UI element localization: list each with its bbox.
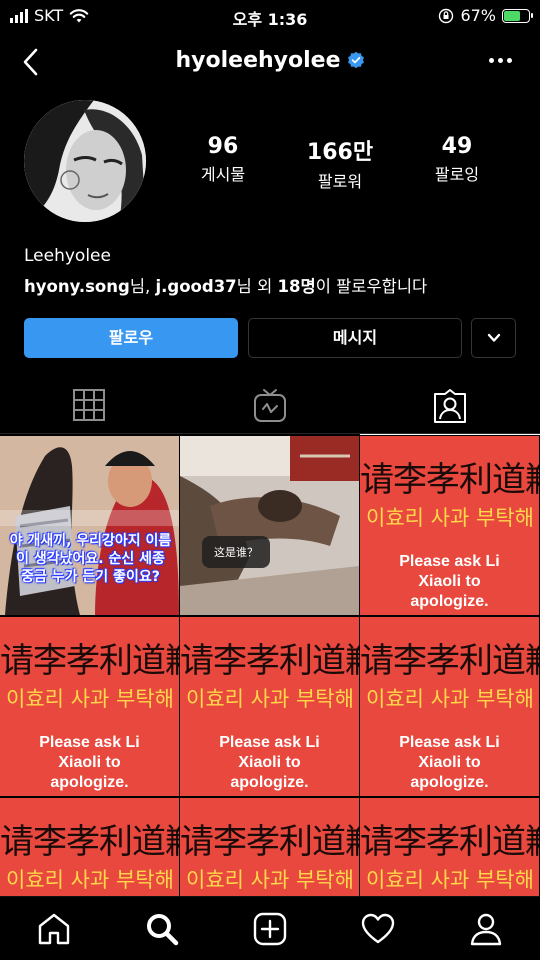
- suggested-accounts-button[interactable]: [471, 318, 516, 358]
- stat-following-label: 팔로잉: [434, 165, 480, 184]
- chevron-down-icon: [487, 333, 501, 342]
- post-photo: [180, 436, 359, 615]
- post-thumbnail[interactable]: 请李孝利道歉 이효리 사과 부탁해 Please ask LiXiaoli to…: [180, 798, 359, 896]
- tab-igtv[interactable]: [180, 376, 360, 434]
- protest-text-korean: 이효리 사과 부탁해: [366, 868, 534, 892]
- followed-by-user-1[interactable]: hyony.song: [24, 277, 130, 296]
- tab-tagged[interactable]: [360, 376, 540, 435]
- follow-button[interactable]: 팔로우: [24, 318, 238, 358]
- protest-text-korean: 이효리 사과 부탁해: [366, 687, 534, 711]
- protest-text-english: Please ask Li Xiaoli to apologize.: [39, 734, 140, 791]
- followed-by-text[interactable]: hyony.song님, j.good37님 외 18명이 팔로우합니다: [24, 273, 427, 297]
- protest-text-chinese: 请李孝利道歉: [360, 822, 539, 862]
- protest-text-english: Please ask Li Xiaoli to apologize.: [399, 553, 500, 610]
- protest-text-korean: 이효리 사과 부탁해: [6, 868, 174, 892]
- followed-by-suffix-2: 님 외: [236, 277, 278, 296]
- message-button[interactable]: 메시지: [248, 318, 462, 358]
- protest-text-chinese: 请李孝利道歉: [180, 822, 359, 862]
- protest-text-chinese: 请李孝利道歉: [0, 822, 179, 862]
- username: hyoleehyolee: [175, 48, 341, 73]
- home-icon[interactable]: [36, 911, 72, 947]
- protest-text-korean: 이효리 사과 부탁해: [366, 506, 534, 530]
- post-thumbnail[interactable]: 请李孝利道歉 이효리 사과 부탁해 Please ask LiXiaoli to…: [360, 436, 539, 615]
- verified-badge-icon: [347, 51, 364, 69]
- stat-posts[interactable]: 96 게시물: [201, 134, 245, 192]
- avatar-photo: [24, 100, 146, 222]
- stat-following-count: 49: [441, 134, 473, 159]
- stat-followers[interactable]: 166만 팔로워: [307, 134, 373, 192]
- post-thumbnail[interactable]: 야 개새끼, 우리강아지 이름이 생각났어요. 순신 세종 중금 누가 든기 좋…: [0, 436, 179, 615]
- followed-by-count[interactable]: 18명: [278, 277, 316, 296]
- post-thumbnail[interactable]: 请李孝利道歉 이효리 사과 부탁해 Please ask LiXiaoli to…: [0, 617, 179, 796]
- stat-posts-count: 96: [207, 134, 239, 159]
- tagged-icon: [434, 389, 466, 423]
- protest-text-korean: 이효리 사과 부탁해: [186, 687, 354, 711]
- orientation-lock-icon: [439, 8, 454, 23]
- post-thumbnail[interactable]: 请李孝利道歉 이효리 사과 부탁해 Please ask LiXiaoli to…: [0, 798, 179, 896]
- protest-text-korean: 이효리 사과 부탁해: [186, 868, 354, 892]
- tagged-posts-grid: 야 개새끼, 우리강아지 이름이 생각났어요. 순신 세종 중금 누가 든기 좋…: [0, 436, 540, 896]
- profile-header: hyoleehyolee: [0, 40, 540, 84]
- post-thumbnail[interactable]: 请李孝利道歉 이효리 사과 부탁해 Please ask LiXiaoli to…: [180, 617, 359, 796]
- add-post-icon[interactable]: [252, 911, 288, 947]
- protest-text-chinese: 请李孝利道歉: [360, 641, 539, 681]
- post-tag-bubble: 这是谁？: [202, 536, 270, 568]
- followed-by-user-2[interactable]: j.good37: [155, 277, 236, 296]
- followed-by-suffix-1: 님,: [129, 277, 156, 296]
- protest-text-chinese: 请李孝利道歉: [0, 641, 179, 681]
- status-bar: SKT 오후 1:36 67%: [0, 0, 540, 32]
- profile-icon[interactable]: [468, 911, 504, 947]
- protest-text-english: Please ask Li Xiaoli to apologize.: [399, 734, 500, 791]
- search-icon[interactable]: [144, 911, 180, 947]
- igtv-icon: [254, 389, 286, 422]
- stat-posts-label: 게시물: [200, 165, 246, 184]
- grid-icon: [73, 389, 105, 421]
- protest-text-korean: 이효리 사과 부탁해: [6, 687, 174, 711]
- followed-by-suffix-3: 이 팔로우합니다: [315, 277, 428, 296]
- stat-followers-count: 166만: [306, 140, 374, 165]
- profile-stats: 96 게시물 166만 팔로워 49 팔로잉: [170, 134, 510, 192]
- bottom-navigation: [0, 896, 540, 960]
- activity-heart-icon[interactable]: [360, 911, 396, 947]
- post-thumbnail[interactable]: 请李孝利道歉 이효리 사과 부탁해 Please ask LiXiaoli to…: [360, 798, 539, 896]
- post-thumbnail[interactable]: 这是谁？: [180, 436, 359, 615]
- protest-text-english: Please ask Li Xiaoli to apologize.: [219, 734, 320, 791]
- battery-icon: [502, 8, 533, 23]
- avatar[interactable]: [24, 100, 146, 222]
- stat-followers-label: 팔로워: [317, 172, 363, 191]
- tab-grid[interactable]: [0, 376, 180, 434]
- protest-text-chinese: 请李孝利道歉: [360, 460, 539, 500]
- protest-text-chinese: 请李孝利道歉: [180, 641, 359, 681]
- post-caption-overlay: 야 개새끼, 우리강아지 이름이 생각났어요. 순신 세종 중금 누가 든기 좋…: [9, 533, 172, 585]
- stat-following[interactable]: 49 팔로잉: [435, 134, 479, 192]
- profile-display-name: Leehyolee: [24, 246, 111, 266]
- post-thumbnail[interactable]: 请李孝利道歉 이효리 사과 부탁해 Please ask LiXiaoli to…: [360, 617, 539, 796]
- battery-percent: 67%: [460, 6, 496, 25]
- profile-tabs: [0, 376, 540, 435]
- profile-username-title: hyoleehyolee: [0, 48, 540, 73]
- post-photo: [0, 436, 179, 615]
- more-horizontal-icon[interactable]: [489, 58, 512, 63]
